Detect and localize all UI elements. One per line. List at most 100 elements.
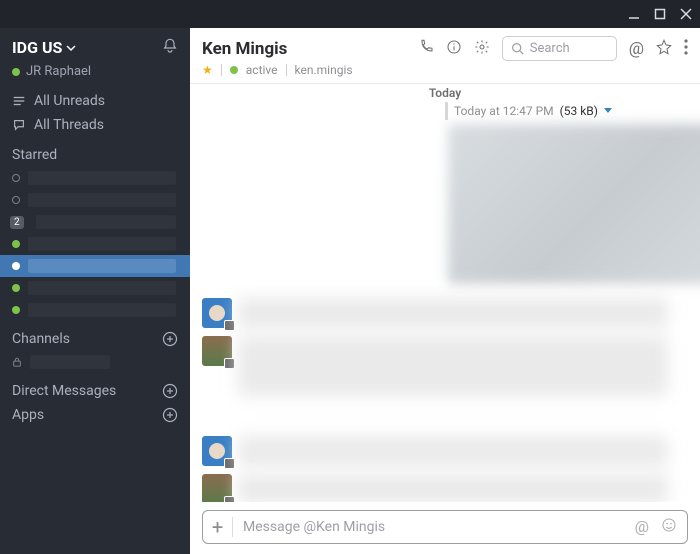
status-label: active xyxy=(246,63,278,77)
app-badge-icon xyxy=(224,458,235,469)
threads-icon xyxy=(12,118,26,132)
unread-badge: 2 xyxy=(10,216,24,229)
username-label: ken.mingis xyxy=(295,63,353,77)
divider xyxy=(221,64,222,76)
divider xyxy=(286,64,287,76)
add-dm-icon[interactable] xyxy=(162,383,178,399)
starred-item[interactable] xyxy=(0,189,190,211)
blurred-name xyxy=(28,259,176,273)
compose-placeholder[interactable]: Message @Ken Mingis xyxy=(243,519,625,535)
gear-icon[interactable] xyxy=(474,39,490,59)
sidebar-section-apps[interactable]: Apps xyxy=(0,403,190,427)
sidebar-item-all-threads[interactable]: All Threads xyxy=(0,113,190,137)
team-header[interactable]: IDG US xyxy=(0,28,190,64)
app-badge-icon xyxy=(224,496,235,502)
blurred-name xyxy=(30,355,110,369)
blurred-name xyxy=(28,171,176,185)
section-label: Starred xyxy=(12,147,57,163)
presence-active-icon xyxy=(12,262,20,270)
sidebar-section-channels[interactable]: Channels xyxy=(0,321,190,351)
add-channel-icon[interactable] xyxy=(162,331,178,347)
file-size-label: (53 kB) xyxy=(560,104,598,118)
mentions-icon[interactable]: @ xyxy=(635,517,649,537)
blurred-name xyxy=(36,215,176,229)
chevron-down-icon xyxy=(66,43,76,53)
more-icon[interactable] xyxy=(684,39,688,59)
chat-title: Ken Mingis xyxy=(202,39,287,59)
compose-box[interactable]: + Message @Ken Mingis @ xyxy=(202,510,688,544)
current-user[interactable]: JR Raphael xyxy=(0,64,190,89)
maximize-icon[interactable] xyxy=(654,5,666,24)
starred-item[interactable] xyxy=(0,167,190,189)
app-badge-icon xyxy=(224,358,235,369)
presence-away-icon xyxy=(12,174,20,182)
blurred-name xyxy=(28,303,176,317)
attach-icon[interactable]: + xyxy=(213,517,233,537)
emoji-icon[interactable] xyxy=(661,517,677,537)
presence-active-icon xyxy=(12,306,20,314)
starred-item[interactable] xyxy=(0,233,190,255)
unreads-icon xyxy=(12,94,26,108)
chat-header: Ken Mingis Search @ ★ xyxy=(190,28,700,84)
avatar[interactable] xyxy=(202,436,232,466)
starred-item-active[interactable] xyxy=(0,255,190,277)
starred-list: 2 xyxy=(0,167,190,321)
avatar[interactable] xyxy=(202,298,232,328)
starred-icon[interactable]: ★ xyxy=(202,63,213,77)
minimize-icon[interactable] xyxy=(628,5,640,24)
chat-subheader: ★ active ken.mingis xyxy=(202,63,688,77)
message-row xyxy=(190,470,700,502)
message-row xyxy=(190,432,700,470)
sidebar-item-all-unreads[interactable]: All Unreads xyxy=(0,89,190,113)
sidebar: IDG US JR Raphael All Unreads All Thread… xyxy=(0,28,190,554)
section-label: Apps xyxy=(12,407,44,423)
blurred-message xyxy=(238,474,668,502)
search-placeholder: Search xyxy=(530,41,570,56)
caret-down-icon[interactable] xyxy=(604,107,612,115)
section-label: Direct Messages xyxy=(12,383,116,399)
add-app-icon[interactable] xyxy=(162,407,178,423)
search-input[interactable]: Search xyxy=(502,36,617,61)
message-row xyxy=(190,332,700,400)
blurred-name xyxy=(28,281,176,295)
avatar[interactable] xyxy=(202,336,232,366)
image-attachment[interactable] xyxy=(448,124,700,284)
file-meta: Today at 12:47 PM (53 kB) xyxy=(445,102,700,120)
lock-icon xyxy=(12,357,22,367)
chat-pane: Ken Mingis Search @ ★ xyxy=(190,28,700,554)
team-name: IDG US xyxy=(12,38,76,57)
starred-item[interactable] xyxy=(0,299,190,321)
presence-active-icon xyxy=(12,240,20,248)
notifications-icon[interactable] xyxy=(162,38,178,58)
presence-active-icon xyxy=(230,66,238,74)
avatar[interactable] xyxy=(202,474,232,502)
date-divider: Today xyxy=(190,84,700,102)
sidebar-item-label: All Threads xyxy=(34,117,104,133)
blurred-name xyxy=(28,193,176,207)
close-icon[interactable] xyxy=(680,5,692,24)
section-label: Channels xyxy=(12,331,70,347)
presence-dnd-icon xyxy=(12,284,20,292)
sidebar-section-starred: Starred xyxy=(0,137,190,167)
timestamp-label: Today at 12:47 PM xyxy=(454,104,554,118)
app-badge-icon xyxy=(224,320,235,331)
blurred-message xyxy=(238,436,668,466)
info-icon[interactable] xyxy=(446,39,462,59)
channel-item[interactable] xyxy=(0,351,190,373)
window-titlebar xyxy=(0,0,700,28)
sidebar-item-label: All Unreads xyxy=(34,93,105,109)
message-list[interactable]: Today Today at 12:47 PM (53 kB) xyxy=(190,84,700,502)
main-container: IDG US JR Raphael All Unreads All Thread… xyxy=(0,28,700,554)
call-icon[interactable] xyxy=(418,39,434,59)
blurred-message xyxy=(238,298,668,328)
star-icon[interactable] xyxy=(656,39,672,59)
sidebar-section-dms[interactable]: Direct Messages xyxy=(0,373,190,403)
presence-dot-icon xyxy=(12,68,20,76)
starred-item[interactable] xyxy=(0,277,190,299)
presence-away-icon xyxy=(12,196,20,204)
starred-item[interactable]: 2 xyxy=(0,211,190,233)
search-icon xyxy=(511,42,524,55)
current-user-name: JR Raphael xyxy=(26,64,91,79)
blurred-message xyxy=(238,336,668,396)
mentions-icon[interactable]: @ xyxy=(629,39,644,59)
